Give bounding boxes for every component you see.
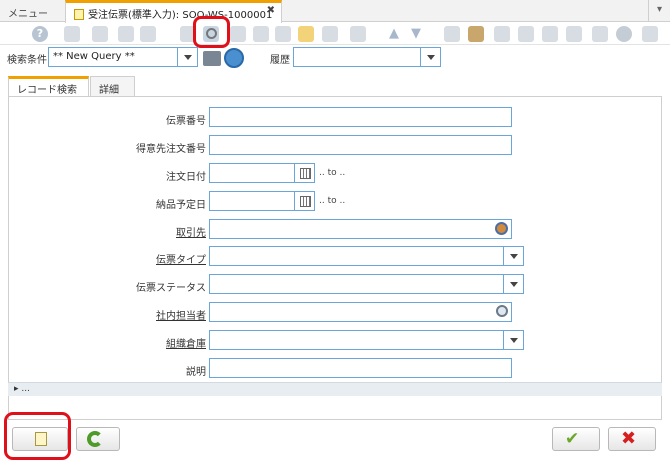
refresh-query-icon[interactable]	[224, 48, 244, 68]
tab-sales-order[interactable]: 受注伝票(標準入力): SOO-WS-1000001 ✖	[65, 0, 282, 23]
tab-detail[interactable]: 詳細	[90, 76, 135, 97]
document-icon	[74, 9, 84, 20]
tab-list-dropdown-icon[interactable]: ▾	[648, 0, 670, 22]
cancel-button[interactable]: ✖	[608, 427, 656, 451]
note-icon[interactable]	[275, 26, 291, 42]
chevron-down-icon[interactable]	[503, 275, 523, 293]
query-condition-label: 検索条件	[7, 55, 47, 66]
request-icon[interactable]	[298, 26, 314, 42]
label-delivery-date: 納品予定日	[156, 200, 206, 211]
search-icon[interactable]	[496, 305, 508, 317]
document-type-select[interactable]	[209, 246, 524, 266]
chevron-down-icon[interactable]	[503, 331, 523, 349]
close-tab-icon[interactable]: ✖	[267, 5, 275, 16]
save-query-icon[interactable]	[203, 51, 221, 66]
refresh-button[interactable]	[76, 427, 120, 451]
delivery-date-from-field[interactable]	[209, 191, 315, 211]
toolbar: ? ▲ ▼	[0, 23, 670, 45]
label-business-partner[interactable]: 取引先	[176, 224, 206, 239]
zoom-across-icon[interactable]	[518, 26, 534, 42]
settings-icon[interactable]	[616, 26, 632, 42]
label-sales-rep[interactable]: 社内担当者	[156, 307, 206, 322]
more-criteria-expander[interactable]: ▸ ...	[8, 382, 662, 396]
calendar-icon[interactable]	[294, 164, 314, 182]
report-icon[interactable]	[444, 26, 460, 42]
label-document-status: 伝票ステータス	[136, 283, 206, 294]
history-select[interactable]	[293, 47, 441, 67]
window-tab-bar: メニュー 受注伝票(標準入力): SOO-WS-1000001 ✖ ▾	[0, 0, 670, 23]
label-description: 説明	[186, 367, 206, 378]
chevron-down-icon[interactable]	[503, 247, 523, 265]
ok-button[interactable]: ✔	[552, 427, 600, 451]
business-partner-field[interactable]	[209, 219, 512, 239]
new-button-highlight-annotation	[4, 412, 71, 460]
checkmark-icon: ✔	[565, 429, 580, 449]
tab-sales-order-label: 受注伝票(標準入力): SOO-WS-1000001	[88, 10, 273, 21]
product-info-icon[interactable]	[566, 26, 582, 42]
label-customer-po: 得意先注文番号	[136, 144, 206, 155]
chevron-down-icon[interactable]	[177, 48, 197, 66]
chevron-down-icon[interactable]	[420, 48, 440, 66]
label-order-date: 注文日付	[166, 172, 206, 183]
label-document-type[interactable]: 伝票タイプ	[156, 251, 206, 266]
search-highlight-annotation	[193, 16, 230, 48]
document-no-field[interactable]	[209, 107, 512, 127]
document-status-select[interactable]	[209, 274, 524, 294]
order-date-to-text: .. to ..	[319, 168, 346, 178]
customer-po-field[interactable]	[209, 135, 512, 155]
grid-toggle-icon[interactable]	[322, 26, 338, 42]
delivery-date-to-text: .. to ..	[319, 196, 346, 206]
cancel-x-icon: ✖	[621, 428, 637, 449]
order-date-from-field[interactable]	[209, 163, 315, 183]
workflow-icon[interactable]	[592, 26, 608, 42]
print-icon[interactable]	[494, 26, 510, 42]
copy-icon[interactable]	[92, 26, 108, 42]
tab-record-search[interactable]: レコード検索	[8, 76, 89, 98]
refresh-icon	[87, 431, 103, 447]
query-condition-select[interactable]: ** New Query **	[48, 47, 198, 67]
label-warehouse[interactable]: 組織倉庫	[166, 335, 206, 350]
description-field[interactable]	[209, 358, 512, 378]
warehouse-select[interactable]	[209, 330, 524, 350]
chat-icon[interactable]	[253, 26, 269, 42]
archive-icon[interactable]	[468, 26, 484, 42]
delete-icon[interactable]	[140, 26, 156, 42]
person-icon[interactable]	[495, 222, 508, 235]
arrow-up-icon[interactable]: ▲	[386, 26, 402, 42]
customize-icon[interactable]	[642, 26, 658, 42]
export-icon[interactable]	[542, 26, 558, 42]
arrow-down-icon[interactable]: ▼	[408, 26, 424, 42]
calendar-icon[interactable]	[294, 192, 314, 210]
history-label: 履歴	[270, 55, 290, 66]
label-document-no: 伝票番号	[166, 116, 206, 127]
new-icon[interactable]	[64, 26, 80, 42]
help-icon[interactable]: ?	[32, 26, 48, 42]
history-icon[interactable]	[350, 26, 366, 42]
attachment-icon[interactable]	[230, 26, 246, 42]
save-icon[interactable]	[118, 26, 134, 42]
tab-menu[interactable]: メニュー	[0, 0, 64, 22]
query-condition-value: ** New Query **	[53, 51, 135, 62]
sales-rep-field[interactable]	[209, 302, 512, 322]
